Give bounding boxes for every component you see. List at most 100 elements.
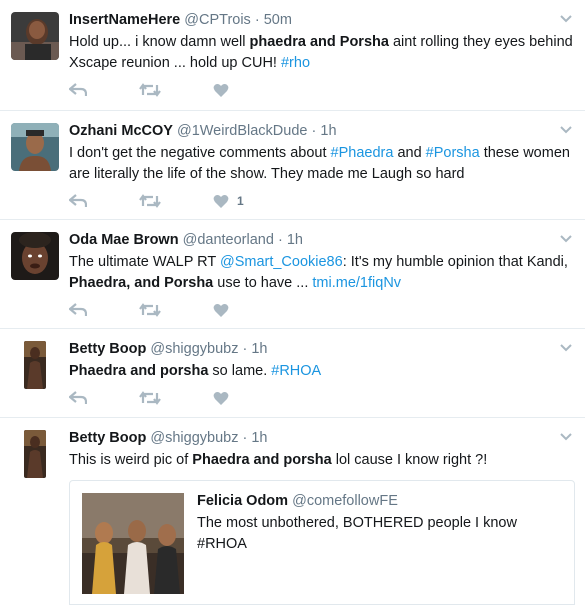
quoted-tweet-image [82,493,184,594]
separator: · [242,430,248,446]
timestamp[interactable]: 1h [287,232,303,248]
text-segment: so lame. [208,363,272,379]
user-handle[interactable]: @CPTrois [184,12,251,28]
tweet-content: Oda Mae Brown @danteorland · 1h The ulti… [69,230,573,294]
avatar[interactable] [11,123,59,171]
tweet-content: Betty Boop @shiggybubz · 1h This is weir… [69,428,573,471]
tweet-header: InsertNameHere @CPTrois · 50m [69,10,573,30]
tweet[interactable]: InsertNameHere @CPTrois · 50m Hold up...… [0,0,585,111]
quoted-tweet-text: The most unbothered, BOTHERED people I k… [197,515,517,552]
reply-button[interactable] [69,81,87,99]
display-name[interactable]: Oda Mae Brown [69,232,179,248]
tweet-actions: 1 [69,192,296,210]
highlighted-text: phaedra and Porsha [249,34,389,50]
heart-icon [213,194,229,208]
reply-icon [69,303,87,316]
heart-icon [213,83,229,97]
tweet[interactable]: Ozhani McCOY @1WeirdBlackDude · 1h I don… [0,111,585,220]
retweet-icon [139,303,161,317]
highlighted-text: Phaedra and porsha [192,452,332,468]
display-name[interactable]: InsertNameHere [69,12,180,28]
like-count: 1 [237,194,244,208]
user-handle[interactable]: @danteorland [183,232,274,248]
tweet-content: Betty Boop @shiggybubz · 1h Phaedra and … [69,339,573,382]
quoted-tweet[interactable]: Felicia Odom @comefollowFE The most unbo… [69,480,575,605]
hashtag-link[interactable]: #Porsha [426,145,480,161]
timestamp[interactable]: 1h [251,430,267,446]
retweet-button[interactable] [139,301,161,319]
quoted-tweet-header: Felicia Odom @comefollowFE [197,491,566,511]
user-handle[interactable]: @shiggybubz [150,430,238,446]
reply-button[interactable] [69,192,87,210]
avatar[interactable] [11,232,59,280]
timestamp[interactable]: 1h [320,123,336,139]
tweet-header: Betty Boop @shiggybubz · 1h [69,339,573,359]
like-button[interactable] [213,301,237,319]
display-name[interactable]: Betty Boop [69,341,146,357]
avatar[interactable] [11,12,59,60]
text-segment: Hold up... i know damn well [69,34,250,50]
quoted-user-handle: @comefollowFE [292,493,398,509]
quoted-display-name: Felicia Odom [197,493,289,509]
separator: · [311,123,317,139]
tweet-text: The ultimate WALP RT @Smart_Cookie86: It… [69,252,573,294]
url-link[interactable]: tmi.me/1fiqNv [312,275,401,291]
reply-button[interactable] [69,389,87,407]
like-button[interactable] [213,81,237,99]
tweet-text: I don't get the negative comments about … [69,143,573,185]
reply-button[interactable] [69,301,87,319]
tweet-text: Hold up... i know damn well phaedra and … [69,32,573,74]
chevron-down-icon[interactable] [559,14,573,24]
chevron-down-icon[interactable] [559,234,573,244]
avatar[interactable] [24,430,46,478]
separator: · [254,12,260,28]
heart-icon [213,303,229,317]
mention-link[interactable]: @Smart_Cookie86 [220,254,343,270]
display-name[interactable]: Betty Boop [69,430,146,446]
tweet-actions [69,301,289,319]
retweet-icon [139,391,161,405]
like-button[interactable]: 1 [213,192,244,210]
text-segment: lol cause I know right ?! [331,452,488,468]
timestamp[interactable]: 1h [251,341,267,357]
user-handle[interactable]: @shiggybubz [150,341,238,357]
quoted-tweet-content: Felicia Odom @comefollowFE The most unbo… [197,491,566,555]
tweet-text: This is weird pic of Phaedra and porsha … [69,450,573,471]
tweet-actions [69,81,289,99]
user-handle[interactable]: @1WeirdBlackDude [177,123,308,139]
chevron-down-icon[interactable] [559,432,573,442]
tweet[interactable]: Oda Mae Brown @danteorland · 1h The ulti… [0,220,585,329]
hashtag-link[interactable]: #RHOA [271,363,321,379]
text-segment: : It's my humble opinion that Kandi, [342,254,568,270]
separator: · [242,341,248,357]
tweet-header: Oda Mae Brown @danteorland · 1h [69,230,573,250]
avatar[interactable] [24,341,46,389]
hashtag-link[interactable]: #Phaedra [331,145,394,161]
tweet[interactable]: Betty Boop @shiggybubz · 1h This is weir… [0,418,585,605]
hashtag-link[interactable]: #rho [281,55,310,71]
retweet-button[interactable] [139,81,161,99]
display-name[interactable]: Ozhani McCOY [69,123,173,139]
chevron-down-icon[interactable] [559,343,573,353]
tweet-text: Phaedra and porsha so lame. #RHOA [69,361,573,382]
tweet-actions [69,389,289,407]
tweet-header: Betty Boop @shiggybubz · 1h [69,428,573,448]
text-segment: use to have ... [213,275,313,291]
timestamp[interactable]: 50m [264,12,292,28]
highlighted-text: Phaedra and porsha [69,363,209,379]
separator: · [277,232,283,248]
like-button[interactable] [213,389,237,407]
retweet-icon [139,83,161,97]
retweet-button[interactable] [139,192,161,210]
reply-icon [69,194,87,207]
chevron-down-icon[interactable] [559,125,573,135]
text-segment: The ultimate WALP RT [69,254,220,270]
tweet[interactable]: Betty Boop @shiggybubz · 1h Phaedra and … [0,329,585,418]
tweet-header: Ozhani McCOY @1WeirdBlackDude · 1h [69,121,573,141]
reply-icon [69,83,87,96]
text-segment: I don't get the negative comments about [69,145,331,161]
tweet-content: Ozhani McCOY @1WeirdBlackDude · 1h I don… [69,121,573,185]
tweet-content: InsertNameHere @CPTrois · 50m Hold up...… [69,10,573,74]
heart-icon [213,391,229,405]
retweet-button[interactable] [139,389,161,407]
